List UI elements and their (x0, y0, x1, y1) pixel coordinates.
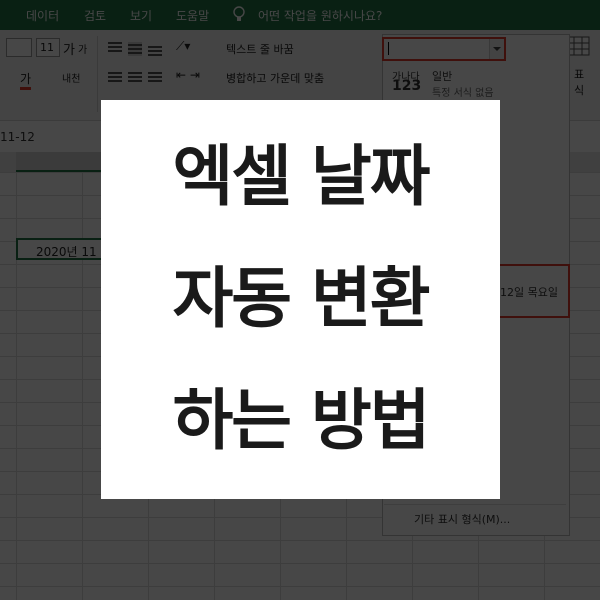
cell-style-label: 식 (574, 84, 585, 97)
font-size-box[interactable]: 11 (36, 38, 60, 57)
align-middle-icon[interactable] (128, 42, 142, 56)
panel-divider (384, 504, 566, 505)
menu-help[interactable]: 도움말 (176, 7, 209, 24)
phonetic-button[interactable]: 내천 (62, 70, 80, 85)
active-cell-value: 2020년 11 (36, 245, 97, 259)
format-option-general-desc: 특정 서식 없음 (432, 88, 494, 99)
align-right-icon[interactable] (148, 70, 162, 84)
menu-data[interactable]: 데이터 (26, 7, 59, 24)
format-option-general[interactable]: 일반 (432, 68, 452, 84)
chevron-down-icon[interactable] (489, 39, 504, 59)
indent-icon[interactable]: ⇤ ⇥ (176, 68, 200, 82)
text-caret (388, 42, 389, 55)
title-line-1: 엑셀 날짜 (172, 138, 431, 215)
grow-font-button[interactable]: 가 (63, 39, 75, 58)
align-center-icon[interactable] (128, 70, 142, 84)
menu-review[interactable]: 검토 (84, 7, 106, 24)
lightbulb-icon (233, 6, 245, 21)
group-separator (97, 36, 98, 112)
align-left-icon[interactable] (108, 70, 122, 84)
long-date-preview: 12일 목요일 (500, 286, 558, 299)
align-top-icon[interactable] (108, 40, 122, 54)
title-line-2: 자동 변환 (172, 260, 431, 337)
merge-center-button[interactable]: 병합하고 가운데 맞춤 (226, 70, 324, 86)
orientation-icon[interactable]: ⟋▾ (176, 39, 190, 54)
table-style-label: 표 (574, 68, 585, 81)
font-size-value: 11 (40, 41, 54, 54)
font-name-box[interactable] (6, 38, 32, 57)
tell-me-search[interactable]: 어떤 작업을 원하시나요? (258, 7, 382, 24)
title-card: 엑셀 날짜 자동 변환 하는 방법 (101, 100, 500, 499)
wrap-text-button[interactable]: 텍스트 줄 바꿈 (226, 41, 294, 57)
formula-text: 11-12 (0, 130, 35, 144)
more-number-formats[interactable]: 기타 표시 형식(M)... (414, 511, 510, 527)
shrink-font-button[interactable]: 가 (78, 41, 87, 56)
font-color-button[interactable]: 가 (20, 70, 32, 90)
menu-bar: 데이터 검토 보기 도움말 어떤 작업을 원하시나요? (0, 0, 600, 30)
title-line-3: 하는 방법 (172, 382, 431, 459)
menu-view[interactable]: 보기 (130, 7, 152, 24)
general-sample-number: 123 (392, 78, 422, 94)
number-format-input[interactable] (382, 37, 506, 61)
align-bottom-icon[interactable] (148, 44, 162, 58)
